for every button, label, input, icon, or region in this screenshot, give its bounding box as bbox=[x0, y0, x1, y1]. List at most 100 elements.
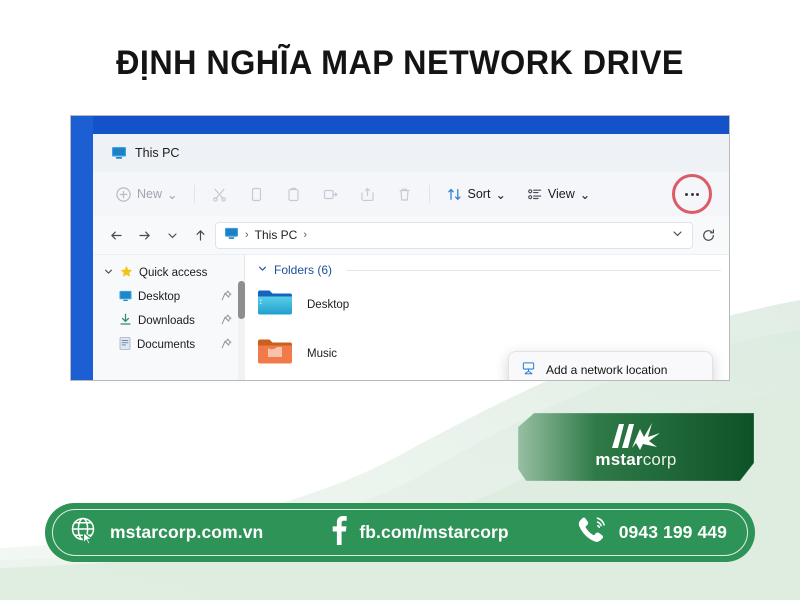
documents-icon bbox=[119, 337, 131, 353]
mstarcorp-logo-banner: mstarcorp bbox=[518, 413, 754, 481]
breadcrumb-separator-2: › bbox=[303, 229, 308, 241]
paste-button[interactable] bbox=[275, 179, 312, 209]
explorer-command-bar: New ⌄ Sort ⌄ View ⌄ bbox=[93, 172, 729, 216]
downloads-icon bbox=[119, 313, 132, 329]
nav-item-label: Documents bbox=[137, 339, 196, 351]
recent-locations-button[interactable] bbox=[159, 222, 185, 248]
explorer-address-row: › This PC › bbox=[93, 216, 729, 254]
facebook-icon bbox=[330, 515, 348, 550]
back-button[interactable] bbox=[103, 222, 129, 248]
share-button[interactable] bbox=[349, 179, 386, 209]
phone-ringing-icon bbox=[576, 515, 608, 550]
content-pane: Folders (6) Desktop Music Add a network … bbox=[245, 255, 729, 380]
menu-item-label: Add a network location bbox=[546, 362, 668, 377]
view-chevron-down-icon: ⌄ bbox=[579, 187, 591, 202]
footer-facebook-label: fb.com/mstarcorp bbox=[359, 522, 509, 542]
sort-label: Sort bbox=[467, 187, 491, 201]
windows-explorer-screenshot: This PC New ⌄ Sort ⌄ View ⌄ › This PC › … bbox=[70, 115, 730, 381]
nav-item-label: Desktop bbox=[138, 291, 181, 303]
view-label: View bbox=[547, 187, 575, 201]
network-location-icon bbox=[521, 361, 536, 379]
paste-icon bbox=[285, 186, 302, 203]
sort-chevron-down-icon: ⌄ bbox=[495, 187, 506, 202]
mstar-star-icon bbox=[612, 423, 660, 450]
pin-icon[interactable] bbox=[221, 338, 232, 352]
tab-label: This PC bbox=[135, 146, 180, 160]
footer-website-label: mstarcorp.com.vn bbox=[110, 522, 264, 542]
footer-phone[interactable]: 0943 199 449 bbox=[576, 515, 727, 550]
desktop-icon bbox=[119, 290, 132, 305]
address-bar[interactable]: › This PC › bbox=[215, 221, 693, 249]
copy-button[interactable] bbox=[238, 179, 275, 209]
this-pc-monitor-icon bbox=[111, 146, 127, 160]
nav-item-label: Quick access bbox=[139, 267, 208, 279]
pin-icon[interactable] bbox=[221, 290, 232, 304]
footer-website[interactable]: mstarcorp.com.vn bbox=[69, 515, 263, 550]
folders-group-label: Folders (6) bbox=[274, 263, 333, 277]
footer-contact-bar: mstarcorp.com.vn fb.com/mstarcorp 0943 1… bbox=[45, 503, 755, 562]
arrow-forward-icon bbox=[138, 231, 150, 239]
nav-pane-scroll-thumb[interactable] bbox=[238, 281, 245, 319]
folder-blue-icon bbox=[257, 287, 293, 322]
highlight-ring bbox=[672, 174, 712, 214]
toolbar-divider bbox=[193, 185, 195, 203]
view-list-icon bbox=[526, 186, 543, 203]
globe-cursor-icon bbox=[69, 515, 99, 550]
nav-item-documents[interactable]: Documents bbox=[93, 333, 244, 357]
delete-trash-icon bbox=[396, 186, 413, 203]
desktop-background-top bbox=[71, 116, 729, 134]
refresh-icon bbox=[702, 228, 714, 241]
nav-item-desktop[interactable]: Desktop bbox=[93, 285, 244, 309]
pin-icon[interactable] bbox=[221, 314, 232, 328]
list-item-label: Music bbox=[307, 347, 338, 360]
menu-item-add-a-network-location[interactable]: Add a network location bbox=[509, 356, 712, 380]
nav-item-downloads[interactable]: Downloads bbox=[93, 309, 244, 333]
view-button[interactable]: View ⌄ bbox=[516, 179, 600, 209]
arrow-up-icon bbox=[196, 229, 204, 241]
list-item-label: Desktop bbox=[307, 298, 350, 311]
arrow-back-icon bbox=[110, 231, 122, 239]
logo-name-bold: mstar bbox=[595, 450, 643, 469]
rename-button[interactable] bbox=[312, 179, 349, 209]
up-button[interactable] bbox=[187, 222, 213, 248]
navigation-pane: Quick access Desktop Downloads Documents bbox=[93, 255, 245, 380]
see-more-context-menu: Add a network location Map network drive bbox=[508, 351, 713, 380]
list-item[interactable]: Desktop bbox=[257, 287, 729, 322]
explorer-titlebar: This PC bbox=[93, 134, 729, 172]
footer-facebook[interactable]: fb.com/mstarcorp bbox=[330, 515, 509, 550]
delete-button[interactable] bbox=[386, 179, 423, 209]
refresh-button[interactable] bbox=[695, 222, 721, 248]
new-button[interactable]: New ⌄ bbox=[105, 179, 188, 209]
see-more-button[interactable] bbox=[672, 174, 712, 214]
breadcrumb-separator-1: › bbox=[245, 229, 249, 241]
rename-icon bbox=[322, 186, 339, 203]
footer-phone-label: 0943 199 449 bbox=[618, 522, 727, 542]
breadcrumb-this-pc[interactable]: This PC bbox=[255, 228, 298, 242]
share-icon bbox=[359, 186, 376, 203]
this-pc-monitor-icon bbox=[224, 227, 239, 243]
plus-circle-icon bbox=[115, 186, 132, 203]
page-title: ĐỊNH NGHĨA MAP NETWORK DRIVE bbox=[116, 44, 684, 82]
forward-button[interactable] bbox=[131, 222, 157, 248]
folders-group-header[interactable]: Folders (6) bbox=[257, 263, 729, 277]
toolbar-divider-2 bbox=[428, 185, 430, 203]
cut-scissors-icon bbox=[211, 186, 228, 203]
tab-this-pc[interactable]: This PC bbox=[111, 146, 179, 160]
star-icon bbox=[120, 265, 133, 281]
cut-button[interactable] bbox=[201, 179, 238, 209]
desktop-background-left bbox=[71, 116, 93, 380]
sort-arrows-icon bbox=[446, 186, 463, 203]
explorer-body: Quick access Desktop Downloads Documents… bbox=[93, 254, 729, 380]
logo-name-light: corp bbox=[642, 450, 677, 469]
copy-icon bbox=[248, 186, 265, 203]
chevron-down-icon[interactable] bbox=[257, 263, 268, 277]
logo-wordmark: mstarcorp bbox=[518, 450, 754, 470]
folder-orange-icon bbox=[257, 336, 293, 371]
chevron-down-icon bbox=[167, 232, 177, 238]
sort-button[interactable]: Sort ⌄ bbox=[436, 179, 516, 209]
nav-item-label: Downloads bbox=[138, 315, 195, 327]
chevron-down-icon[interactable] bbox=[103, 266, 114, 280]
nav-item-quick-access[interactable]: Quick access bbox=[93, 261, 244, 285]
address-dropdown-chevron-down-icon[interactable] bbox=[671, 227, 684, 243]
explorer-window: This PC New ⌄ Sort ⌄ View ⌄ › This PC › … bbox=[93, 134, 729, 380]
